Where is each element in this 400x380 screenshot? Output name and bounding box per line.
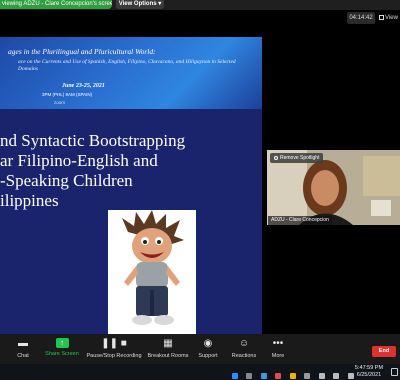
system-tray (232, 367, 358, 379)
notification-icon[interactable] (391, 368, 398, 376)
volume-icon[interactable] (333, 372, 340, 379)
slide-title-line: ar Filipino-English and (0, 151, 158, 170)
participant-name-tag: ADZU - Clare Concepcion (268, 216, 332, 225)
more-label: More (271, 353, 285, 359)
spotlight-icon (274, 155, 278, 160)
support-button[interactable]: ◉ Support (196, 338, 220, 359)
pause-stop-recording-button[interactable]: ❚❚ ■ Pause/Stop Recording (86, 338, 142, 359)
grid-view-icon (379, 14, 384, 20)
slide-title-line: nd Syntactic Bootstrapping (0, 131, 186, 150)
slide-header-times: 3PM (PHL) 9AM (SPAIN) (42, 92, 93, 97)
slide-header-platform: zoom (54, 100, 66, 105)
tray-icon[interactable] (260, 372, 267, 379)
slide-header-subtitle: ace on the Currents and Use of Spanish, … (18, 59, 236, 72)
zoom-meeting-window: viewing ADZU - Clare Concepcion's screen… (0, 0, 400, 380)
view-options-button[interactable]: View Options ▾ (116, 0, 164, 9)
remove-spotlight-label: Remove Spotlight (280, 155, 320, 161)
share-screen-button[interactable]: ↑ Share Screen (44, 338, 80, 357)
view-label: View (385, 15, 398, 21)
puppet-illustration (122, 210, 184, 325)
puppet-image (108, 210, 196, 334)
zoom-tray-icon[interactable] (232, 372, 238, 379)
reactions-button[interactable]: ☺ Reactions (230, 338, 258, 359)
record-label: Pause/Stop Recording (86, 353, 142, 359)
slide-header-banner: ages in the Plurilingual and Pluricultur… (0, 37, 262, 109)
remove-spotlight-button[interactable]: Remove Spotlight (270, 153, 324, 163)
reactions-icon: ☺ (238, 338, 250, 349)
meeting-timer: 04:14:42 (347, 12, 375, 24)
slide-header-date: June 23-25, 2021 (62, 83, 105, 89)
share-screen-icon: ↑ (55, 338, 69, 348)
tray-icon[interactable] (275, 372, 282, 379)
slide-header-title: ages in the Plurilingual and Pluricultur… (8, 47, 156, 56)
share-status-pill: viewing ADZU - Clare Concepcion's screen (0, 0, 112, 9)
breakout-label: Breakout Rooms (147, 353, 189, 359)
end-meeting-button[interactable]: End (372, 346, 396, 357)
shared-slide: ages in the Plurilingual and Pluricultur… (0, 37, 262, 334)
screen-share-banner: viewing ADZU - Clare Concepcion's screen… (0, 0, 400, 10)
slide-title-line: -Speaking Children (0, 171, 133, 190)
meeting-toolbar: ▬ Chat ↑ Share Screen ❚❚ ■ Pause/Stop Re… (0, 334, 400, 364)
breakout-rooms-icon: ▦ (163, 338, 173, 349)
slide-title-line: ilippines (0, 191, 59, 210)
breakout-rooms-button[interactable]: ▦ Breakout Rooms (146, 338, 190, 359)
wifi-icon[interactable] (318, 372, 325, 379)
record-controls-icon: ❚❚ ■ (101, 338, 127, 349)
chat-label: Chat (17, 353, 29, 359)
chevron-up-icon[interactable] (304, 372, 311, 379)
windows-taskbar: 5:47:59 PM 6/25/2021 (0, 364, 400, 380)
chat-button[interactable]: ▬ Chat (12, 338, 34, 359)
more-button[interactable]: ••• More (268, 338, 288, 359)
reactions-label: Reactions (231, 353, 257, 359)
tray-icon[interactable] (246, 372, 253, 379)
more-icon: ••• (272, 338, 284, 349)
support-icon: ◉ (203, 338, 213, 349)
view-button[interactable]: View (379, 12, 399, 24)
chat-icon: ▬ (18, 338, 28, 349)
support-label: Support (198, 353, 218, 359)
clock-date: 6/25/2021 (356, 372, 382, 378)
taskbar-clock[interactable]: 5:47:59 PM 6/25/2021 (350, 365, 388, 379)
slide-title: nd Syntactic Bootstrapping ar Filipino-E… (0, 131, 262, 211)
tray-icon[interactable] (289, 372, 296, 379)
clock-time: 5:47:59 PM (354, 365, 384, 371)
share-screen-label: Share Screen (45, 351, 79, 357)
